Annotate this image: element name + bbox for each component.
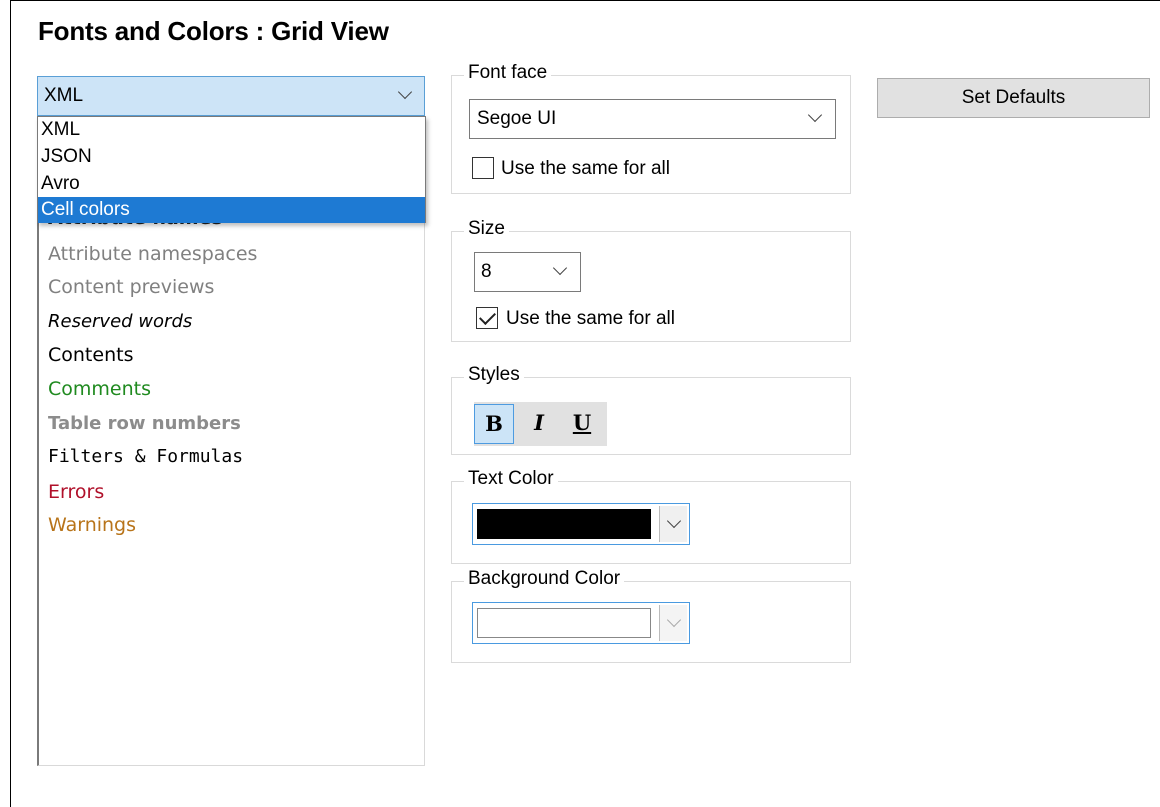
- list-item-contents[interactable]: Contents: [48, 344, 133, 366]
- list-item-comments[interactable]: Comments: [48, 378, 151, 400]
- text-color-label: Text Color: [464, 468, 558, 490]
- style-toolbar: B I U: [474, 402, 607, 446]
- category-option-avro[interactable]: Avro: [38, 171, 425, 197]
- text-color-group: Text Color: [451, 468, 851, 564]
- styles-label: Styles: [464, 364, 524, 386]
- chevron-down-icon: [552, 260, 568, 276]
- text-color-picker[interactable]: [472, 503, 690, 545]
- size-group: Size 8 Use the same for all: [451, 218, 851, 342]
- checkmark-icon: [479, 308, 496, 325]
- font-face-value: Segoe UI: [477, 108, 557, 129]
- category-select-value: XML: [44, 85, 84, 106]
- size-same-for-all-checkbox[interactable]: [476, 307, 498, 329]
- bold-button[interactable]: B: [474, 404, 514, 444]
- dialog-title: Fonts and Colors : Grid View: [38, 16, 389, 46]
- size-same-for-all-label: Use the same for all: [506, 308, 675, 329]
- category-option-xml[interactable]: XML: [38, 117, 425, 143]
- chevron-down-icon: [807, 107, 823, 123]
- background-color-label: Background Color: [464, 568, 625, 590]
- text-color-dropdown-button[interactable]: [659, 506, 687, 542]
- list-item-attribute-namespaces[interactable]: Attribute namespaces: [48, 243, 257, 265]
- size-select[interactable]: 8: [474, 252, 581, 292]
- italic-button[interactable]: I: [519, 404, 559, 444]
- size-value: 8: [481, 261, 492, 282]
- category-option-json[interactable]: JSON: [38, 144, 425, 170]
- chevron-down-icon: [397, 84, 413, 100]
- list-item-filters-formulas[interactable]: Filters & Formulas: [48, 446, 243, 467]
- list-item-content-previews[interactable]: Content previews: [48, 276, 214, 298]
- list-item-errors[interactable]: Errors: [48, 481, 104, 503]
- background-color-picker[interactable]: [472, 602, 690, 644]
- chevron-down-icon: [666, 513, 682, 529]
- font-same-for-all-label: Use the same for all: [501, 158, 670, 179]
- font-face-label: Font face: [464, 62, 552, 84]
- styles-group: Styles B I U: [451, 364, 851, 455]
- list-item-table-row-numbers[interactable]: Table row numbers: [48, 413, 241, 434]
- text-color-swatch: [477, 509, 651, 539]
- category-option-cell-colors[interactable]: Cell colors: [38, 197, 425, 223]
- chevron-down-icon: [666, 612, 682, 628]
- font-same-for-all-checkbox[interactable]: [472, 157, 494, 179]
- set-defaults-button[interactable]: Set Defaults: [877, 78, 1150, 118]
- background-color-dropdown-button[interactable]: [659, 605, 687, 641]
- underline-button[interactable]: U: [562, 404, 602, 444]
- size-label: Size: [464, 218, 509, 240]
- category-select[interactable]: XML: [37, 76, 425, 116]
- list-item-warnings[interactable]: Warnings: [48, 514, 136, 536]
- category-dropdown-list[interactable]: XML JSON Avro Cell colors: [37, 116, 426, 223]
- list-item-reserved-words[interactable]: Reserved words: [48, 311, 192, 332]
- background-color-swatch: [477, 608, 651, 638]
- font-face-select[interactable]: Segoe UI: [469, 99, 836, 139]
- background-color-group: Background Color: [451, 568, 851, 663]
- font-face-group: Font face Segoe UI Use the same for all: [451, 62, 851, 194]
